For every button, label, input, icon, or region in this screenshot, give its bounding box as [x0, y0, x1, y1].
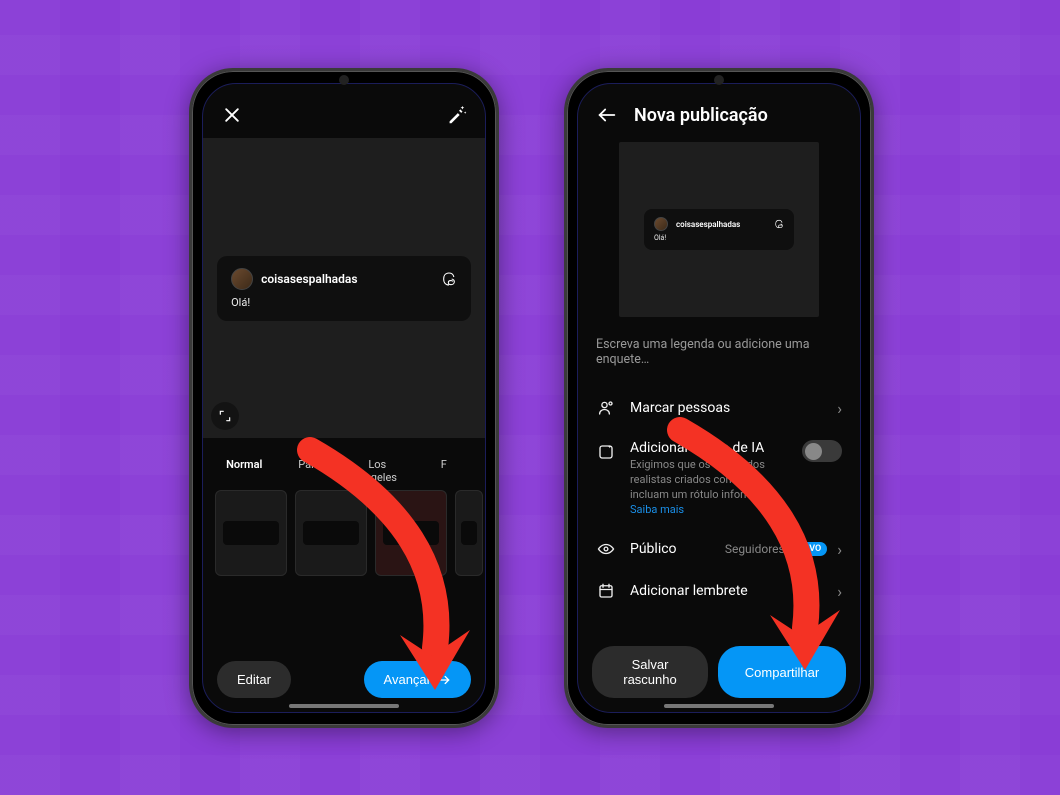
- camera-notch: [714, 75, 724, 85]
- close-icon[interactable]: [219, 102, 245, 128]
- avatar: [654, 217, 668, 231]
- username-label: coisasespalhadas: [676, 220, 740, 229]
- tutorial-arrow-left: [270, 430, 500, 730]
- sparkle-frame-icon: [596, 442, 616, 462]
- threads-icon: [441, 271, 457, 287]
- expand-crop-icon[interactable]: [211, 402, 239, 430]
- username-label: coisasespalhadas: [261, 272, 357, 286]
- tutorial-arrow-right: [640, 410, 870, 710]
- filter-label-normal[interactable]: Normal: [215, 458, 274, 484]
- threads-card-body: Olá!: [231, 296, 457, 309]
- eye-icon: [596, 539, 616, 559]
- background-pattern: [0, 0, 1060, 795]
- edit-button-label: Editar: [237, 672, 271, 687]
- editor-top-bar: [203, 84, 485, 138]
- threads-icon: [774, 219, 784, 229]
- threads-card-header: coisasespalhadas: [231, 268, 457, 290]
- threads-card-mini-header: coisasespalhadas: [654, 217, 784, 231]
- post-preview: coisasespalhadas Olá!: [203, 138, 485, 438]
- caption-input[interactable]: Escreva uma legenda ou adicione uma enqu…: [578, 327, 860, 387]
- page-title: Nova publicação: [634, 105, 768, 126]
- camera-notch: [339, 75, 349, 85]
- publish-header: Nova publicação: [578, 84, 860, 138]
- avatar: [231, 268, 253, 290]
- threads-card-mini-body: Olá!: [654, 234, 784, 242]
- magic-wand-icon[interactable]: [443, 102, 469, 128]
- person-icon: [596, 398, 616, 418]
- mini-preview[interactable]: coisasespalhadas Olá!: [619, 142, 819, 317]
- threads-card: coisasespalhadas Olá!: [217, 256, 471, 321]
- calendar-icon: [596, 581, 616, 601]
- back-icon[interactable]: [594, 102, 620, 128]
- threads-card-mini: coisasespalhadas Olá!: [644, 209, 794, 250]
